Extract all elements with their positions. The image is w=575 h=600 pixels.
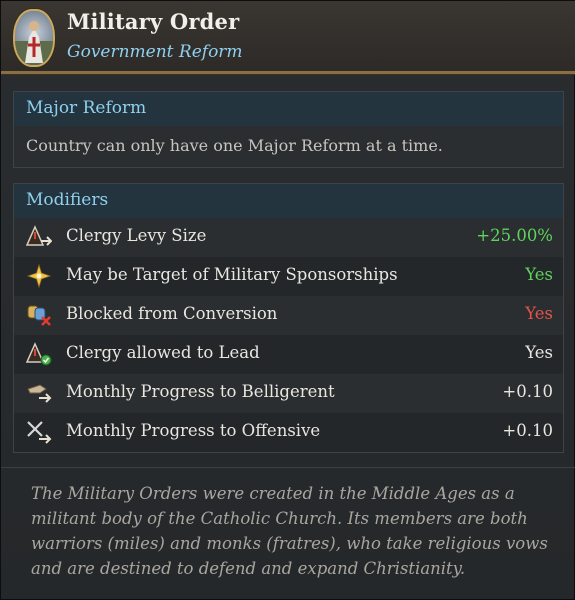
conversion-blocked-icon bbox=[26, 303, 52, 327]
modifier-label: Clergy allowed to Lead bbox=[66, 343, 260, 362]
clergy-lead-icon bbox=[26, 342, 52, 366]
reform-title: Military Order bbox=[67, 9, 240, 34]
section-divider bbox=[1, 467, 575, 468]
modifier-row: Monthly Progress to Belligerent +0.10 bbox=[14, 374, 563, 413]
modifier-label: Blocked from Conversion bbox=[66, 304, 278, 323]
military-order-emblem-icon bbox=[13, 9, 55, 67]
modifier-value: +25.00% bbox=[476, 226, 553, 245]
modifier-row: Monthly Progress to Offensive +0.10 bbox=[14, 413, 563, 452]
modifier-row: May be Target of Military Sponsorships Y… bbox=[14, 257, 563, 296]
modifier-value: Yes bbox=[525, 304, 553, 323]
modifier-value: Yes bbox=[525, 343, 553, 362]
modifier-value: +0.10 bbox=[502, 382, 553, 401]
belligerent-progress-icon bbox=[26, 381, 52, 405]
modifier-value: Yes bbox=[525, 265, 553, 284]
flavor-text: The Military Orders were created in the … bbox=[31, 484, 548, 578]
modifier-row: Clergy Levy Size +25.00% bbox=[14, 218, 563, 257]
modifier-row: Blocked from Conversion Yes bbox=[14, 296, 563, 335]
sponsorship-star-icon bbox=[26, 264, 52, 288]
major-reform-text: Country can only have one Major Reform a… bbox=[26, 136, 443, 155]
modifier-label: Monthly Progress to Belligerent bbox=[66, 382, 335, 401]
modifier-label: Monthly Progress to Offensive bbox=[66, 421, 321, 440]
modifiers-heading: Modifiers bbox=[14, 184, 563, 218]
offensive-progress-icon bbox=[26, 420, 52, 444]
modifiers-section: Modifiers Clergy Levy Size +25.00% May b… bbox=[13, 183, 564, 453]
modifier-label: Clergy Levy Size bbox=[66, 226, 207, 245]
tooltip-header: Military Order Government Reform bbox=[1, 1, 575, 74]
modifier-value: +0.10 bbox=[502, 421, 553, 440]
modifier-row: Clergy allowed to Lead Yes bbox=[14, 335, 563, 374]
modifier-label: May be Target of Military Sponsorships bbox=[66, 265, 398, 284]
tooltip-panel: Military Order Government Reform Major R… bbox=[0, 0, 575, 600]
reform-type: Government Reform bbox=[67, 42, 243, 62]
major-reform-section: Major Reform Country can only have one M… bbox=[13, 91, 564, 168]
major-reform-heading: Major Reform bbox=[14, 92, 563, 126]
clergy-levy-icon bbox=[26, 225, 52, 249]
